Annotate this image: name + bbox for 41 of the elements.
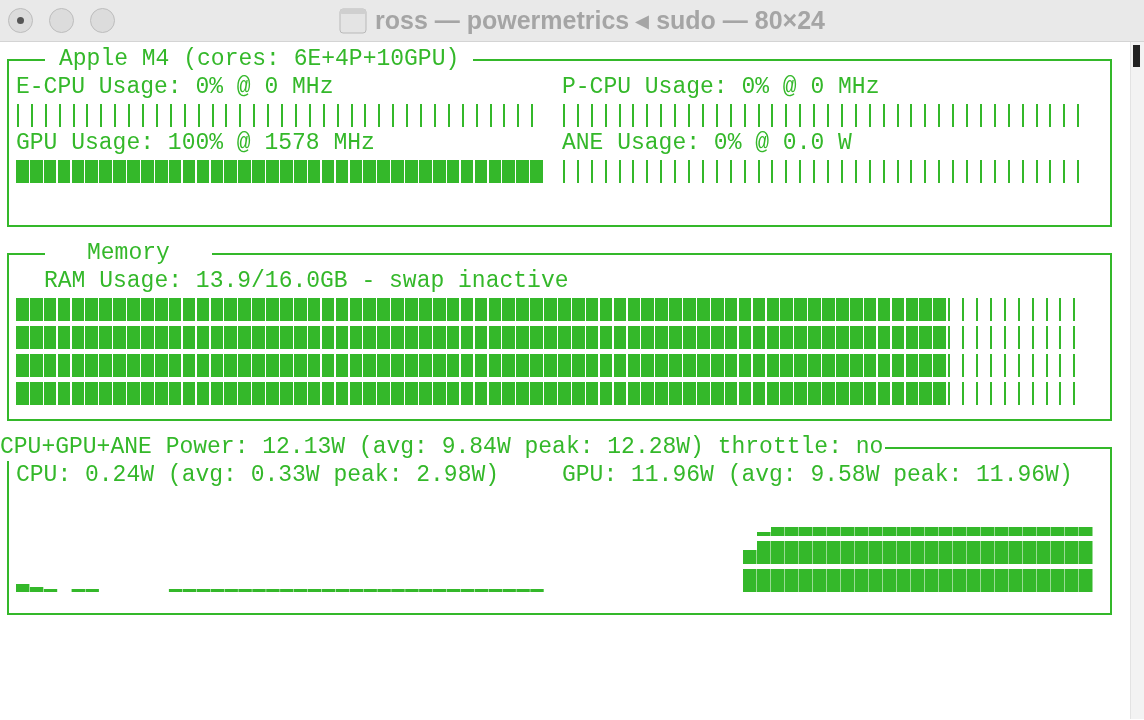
power-bar [813,527,827,592]
panel-title: Apple M4 (cores: 6E+4P+10GPU) [45,45,474,73]
power-bar [799,527,813,592]
power-bar [981,527,995,592]
power-bar [869,527,883,592]
power-bar [995,527,1009,592]
power-bar [841,527,855,592]
power-bar [883,527,897,592]
power-bar [771,527,785,592]
window-icon [339,7,367,34]
power-bar [827,527,841,592]
usage-label: GPU Usage: 100% @ 1578 MHz [16,130,375,156]
power-bar [911,527,925,592]
power-bar [855,527,869,592]
zoom-button[interactable] [90,8,115,33]
usage-label: ANE Usage: 0% @ 0.0 W [562,130,852,156]
scrollbar-thumb[interactable] [1133,45,1140,67]
scrollbar[interactable] [1130,42,1144,719]
power-bar [743,550,757,592]
power-bar [953,527,967,592]
power-bar [757,532,771,592]
power-bar [897,527,911,592]
ram-usage-label: RAM Usage: 13.9/16.0GB - swap inactive [43,268,569,294]
power-bar [1037,527,1051,592]
power-bar [1023,527,1037,592]
power-bar [1051,527,1065,592]
minimize-button[interactable] [49,8,74,33]
usage-label: P-CPU Usage: 0% @ 0 MHz [562,74,880,100]
power-label: GPU: 11.96W (avg: 9.58W peak: 11.96W) [562,462,1073,488]
usage-label: E-CPU Usage: 0% @ 0 MHz [16,74,334,100]
power-bar [1065,527,1079,592]
power-bar [1009,527,1023,592]
close-button[interactable] [8,8,33,33]
window-title: ross — powermetrics ◂ sudo — 80×24 [375,4,825,36]
power-bar [967,527,981,592]
panel-title: CPU+GPU+ANE Power: 12.13W (avg: 9.84W peak: 12.28W) throttle: no [0,433,886,461]
power-bar [1079,527,1093,592]
power-bar [925,527,939,592]
power-label: CPU: 0.24W (avg: 0.33W peak: 2.98W) [16,462,500,488]
power-bar [785,527,799,592]
power-bar [939,527,953,592]
